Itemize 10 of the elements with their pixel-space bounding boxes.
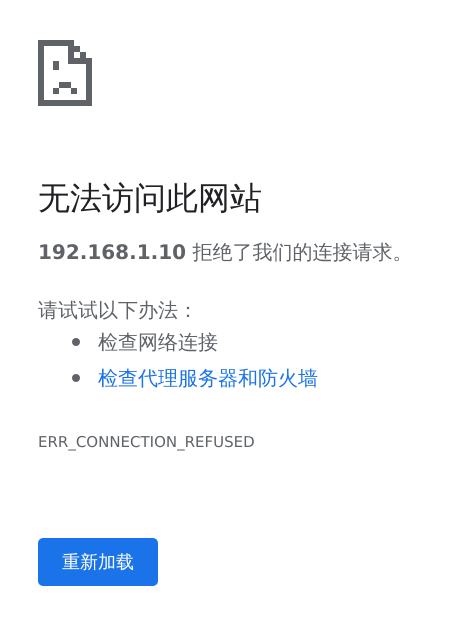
error-code: ERR_CONNECTION_REFUSED (38, 432, 255, 452)
bullet-icon (72, 338, 80, 346)
bullet-icon (72, 374, 80, 382)
error-title: 无法访问此网站 (38, 178, 262, 218)
suggestion-text: 检查网络连接 (98, 329, 218, 356)
error-description: 192.168.1.10 拒绝了我们的连接请求。 (38, 239, 412, 266)
sad-document-icon (38, 40, 92, 106)
reload-button[interactable]: 重新加载 (38, 538, 158, 586)
suggestion-link[interactable]: 检查代理服务器和防火墙 (98, 364, 318, 392)
suggestions-heading: 请试试以下办法： (38, 297, 198, 324)
